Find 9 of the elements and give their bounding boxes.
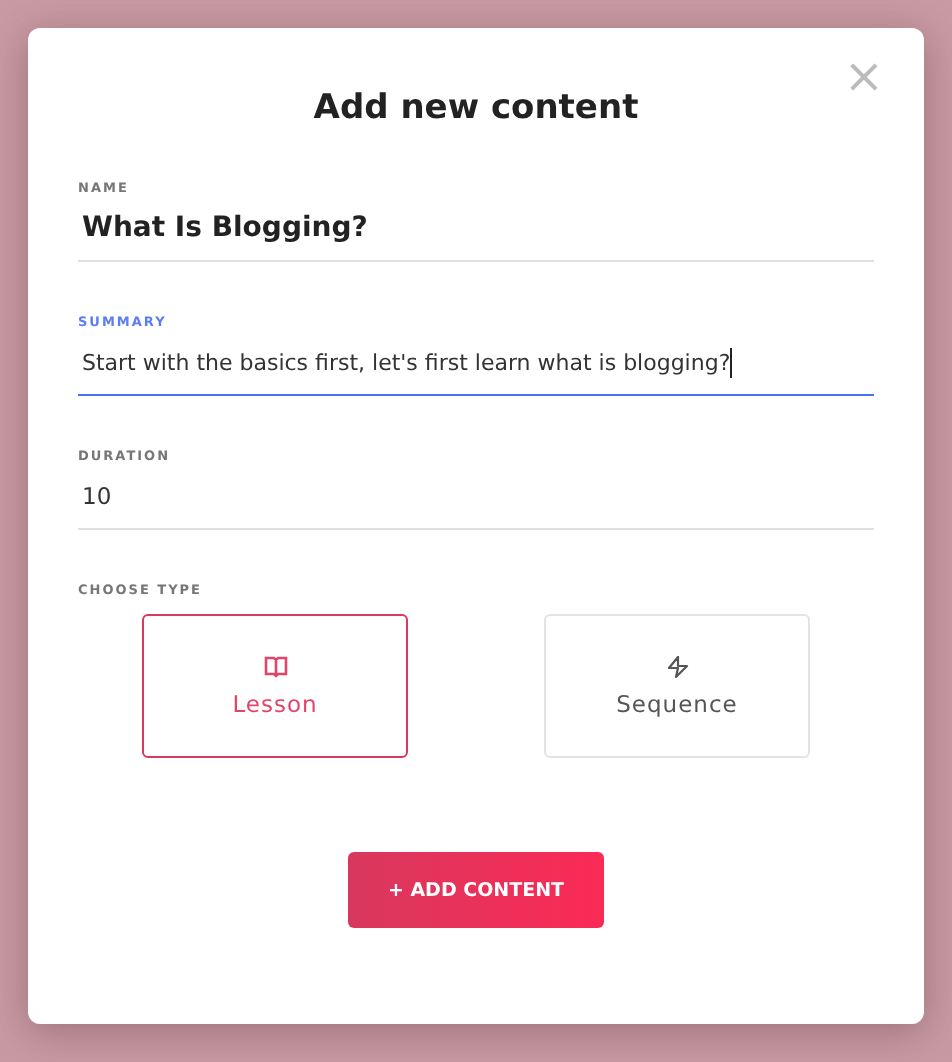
type-option[interactable]: Sequence bbox=[544, 614, 810, 758]
type-option[interactable]: Lesson bbox=[142, 614, 408, 758]
input-field[interactable]: Start with the basics first, let's first learn what is blogging? bbox=[78, 330, 874, 396]
add-content-button[interactable]: + ADD CONTENT bbox=[348, 852, 604, 928]
dialog-title: Add new content bbox=[311, 88, 641, 128]
bolt-icon bbox=[665, 655, 689, 677]
book-icon bbox=[263, 655, 287, 677]
input-field[interactable]: 10 bbox=[78, 464, 874, 530]
input-field[interactable]: What Is Blogging? bbox=[78, 196, 874, 262]
